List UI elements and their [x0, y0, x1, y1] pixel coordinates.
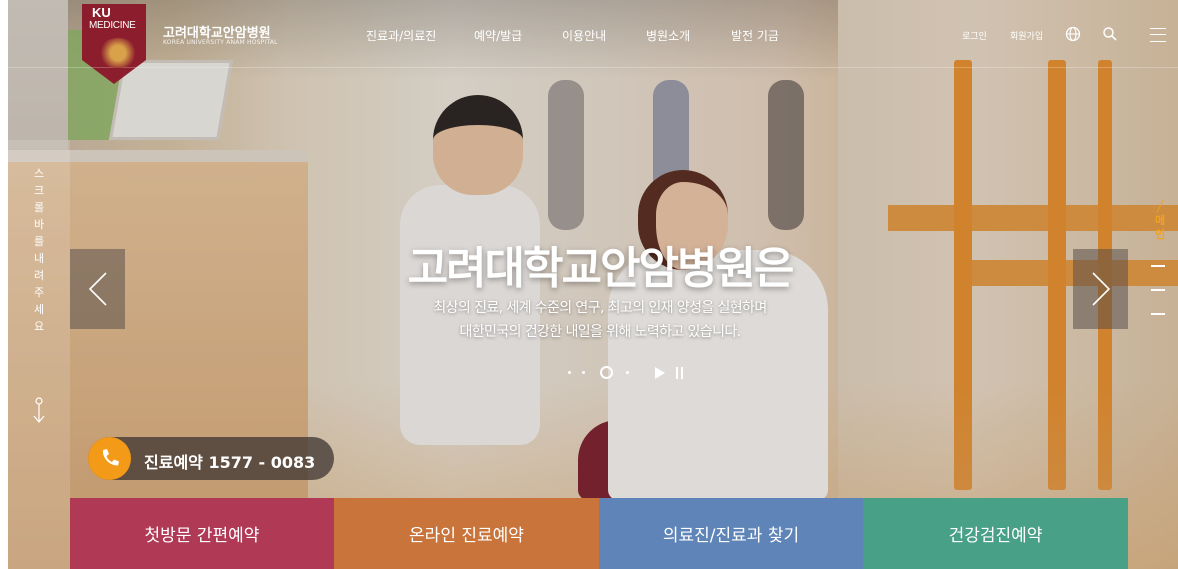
tiger-emblem-icon	[98, 38, 138, 68]
slide-dot-active[interactable]	[600, 366, 613, 379]
chevron-right-icon	[1092, 272, 1111, 306]
quick-button-label: 첫방문 간편예약	[144, 526, 260, 546]
side-main-label[interactable]: ╱ 메인	[1150, 200, 1170, 242]
search-icon[interactable]	[1102, 26, 1118, 42]
quick-button-label: 의료진/진료과 찾기	[662, 526, 800, 546]
quick-button-health-checkup[interactable]: 건강검진예약	[863, 498, 1128, 569]
slide-dot[interactable]	[568, 371, 571, 374]
phone-icon	[88, 437, 131, 480]
slide-prev-button[interactable]	[70, 249, 125, 329]
quick-button-label: 건강검진예약	[948, 526, 1043, 546]
hero-subtitle-line2: 대한민국의 건강한 내일을 위해 노력하고 있습니다.	[459, 324, 742, 340]
slide-next-button[interactable]	[1073, 249, 1128, 329]
hamburger-menu-icon[interactable]	[1150, 28, 1166, 42]
hero-subtitle-line1: 최상의 진료, 세계 수준의 연구, 최고의 인재 양성을 실현하며	[433, 300, 767, 316]
quick-button-first-visit[interactable]: 첫방문 간편예약	[70, 498, 334, 569]
scroll-down-icon	[29, 395, 49, 425]
login-link[interactable]: 로그인	[962, 29, 987, 42]
logo-text-medicine: MEDICINE	[89, 20, 136, 31]
side-bar-line	[1151, 265, 1165, 267]
play-icon[interactable]	[655, 367, 665, 379]
slash-icon: ╱	[1156, 200, 1164, 213]
side-bar-line	[1151, 289, 1165, 291]
signup-link[interactable]: 회원가입	[1010, 29, 1043, 42]
nav-item-reservation[interactable]: 예약/발급	[474, 27, 522, 44]
reservation-phone-pill[interactable]: 진료예약 1577 - 0083	[88, 437, 334, 480]
scroll-hint-text: 스크롤바를 내려주세요	[33, 167, 45, 333]
logo-text-ku: KU	[92, 5, 111, 20]
quick-button-find-doctor[interactable]: 의료진/진료과 찾기	[599, 498, 863, 569]
hero-title: 고려대학교안암병원은	[407, 243, 795, 294]
side-main-text: 메인	[1154, 214, 1166, 241]
quick-button-label: 온라인 진료예약	[409, 526, 524, 546]
globe-icon[interactable]	[1065, 26, 1081, 42]
quick-button-online-reservation[interactable]: 온라인 진료예약	[334, 498, 599, 569]
nav-item-fund[interactable]: 발전 기금	[731, 27, 779, 44]
slide-dot[interactable]	[626, 371, 629, 374]
nav-item-about[interactable]: 병원소개	[646, 27, 690, 44]
reservation-phone-text: 진료예약 1577 - 0083	[144, 453, 316, 472]
slide-dot[interactable]	[582, 371, 585, 374]
pause-icon[interactable]	[676, 367, 683, 379]
hospital-name-english: KOREA UNIVERSITY ANAM HOSPITAL	[163, 39, 278, 46]
chevron-left-icon	[88, 272, 107, 306]
nav-item-guide[interactable]: 이용안내	[562, 27, 606, 44]
slide-pagination	[560, 364, 700, 384]
nav-item-departments[interactable]: 진료과/의료진	[366, 27, 436, 44]
side-bar-line	[1151, 313, 1165, 315]
